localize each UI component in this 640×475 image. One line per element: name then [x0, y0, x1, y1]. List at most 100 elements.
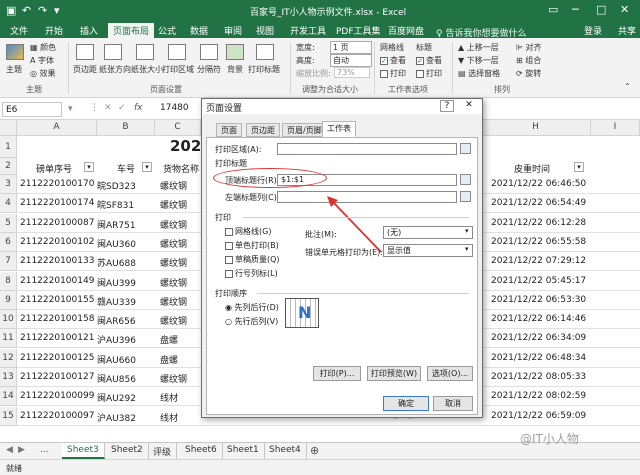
- column-header[interactable]: B: [97, 120, 155, 136]
- cell-h[interactable]: 2021/12/22 07:29:12: [491, 256, 586, 266]
- rotate-button[interactable]: ⟳ 旋转: [516, 68, 541, 79]
- more-sheets[interactable]: ...: [40, 445, 49, 455]
- breaks-button[interactable]: 分隔符: [197, 64, 221, 75]
- customize-icon[interactable]: ▾: [54, 4, 60, 17]
- print-titles-button[interactable]: 打印标题: [248, 64, 280, 75]
- dropdown-arrow-icon[interactable]: ▾: [465, 245, 469, 253]
- cell-b[interactable]: 沪AU396: [97, 333, 136, 346]
- name-box[interactable]: E6: [2, 102, 62, 117]
- orientation-icon[interactable]: [104, 44, 122, 60]
- cell-b[interactable]: 沪AU382: [97, 411, 136, 424]
- cell-a[interactable]: 2112220100155: [20, 295, 94, 305]
- name-box-dropdown-icon[interactable]: ▾: [68, 104, 73, 114]
- row-header[interactable]: 12: [0, 348, 17, 368]
- background-button[interactable]: 背景: [227, 64, 243, 75]
- tab-baidu-netdisk[interactable]: 百度网盘: [388, 24, 424, 37]
- row-header[interactable]: 1: [0, 136, 17, 158]
- cell-h[interactable]: 2021/12/22 06:34:09: [491, 333, 586, 343]
- tab-sheet[interactable]: 工作表: [322, 121, 356, 137]
- orientation-button[interactable]: 纸张方向: [99, 64, 131, 75]
- cell-b[interactable]: 闽AU856: [97, 372, 136, 385]
- cell-h[interactable]: 2021/12/22 06:55:58: [491, 237, 586, 247]
- draft-checkbox[interactable]: 草稿质量(Q): [225, 254, 280, 265]
- cell-h[interactable]: 2021/12/22 06:14:46: [491, 314, 586, 324]
- tab-home[interactable]: 开始: [45, 24, 63, 37]
- save-icon[interactable]: ▣: [6, 4, 16, 17]
- cell-c[interactable]: 线材: [160, 391, 178, 404]
- cell-c[interactable]: 螺纹钢: [160, 218, 187, 231]
- tab-formulas[interactable]: 公式: [158, 24, 176, 37]
- theme-fonts-button[interactable]: A 字体: [30, 55, 54, 66]
- row-header[interactable]: 2: [0, 158, 17, 175]
- cell-a[interactable]: 2112220100127: [20, 372, 94, 382]
- cell-h[interactable]: 2021/12/22 06:46:50: [491, 179, 586, 189]
- cell-c[interactable]: 螺纹钢: [160, 314, 187, 327]
- cell-b[interactable]: 闽AR656: [97, 314, 136, 327]
- gridlines-view-checkbox[interactable]: ✓ 查看: [380, 55, 406, 66]
- cell-h[interactable]: 2021/12/22 06:48:34: [491, 353, 586, 363]
- print-area-input[interactable]: [277, 143, 457, 155]
- cell-c[interactable]: 螺纹钢: [160, 198, 187, 211]
- cell-h[interactable]: 2021/12/22 05:45:17: [491, 276, 586, 286]
- print-button[interactable]: 打印(P)...: [313, 366, 361, 381]
- row-header[interactable]: 5: [0, 213, 17, 233]
- comments-select[interactable]: (无): [383, 226, 473, 239]
- sheet-tab[interactable]: Sheet4: [264, 443, 307, 459]
- formula-input[interactable]: 17480: [160, 103, 189, 113]
- tab-review[interactable]: 审阅: [224, 24, 242, 37]
- headings-print-checkbox[interactable]: 打印: [416, 68, 442, 79]
- height-select[interactable]: 自动: [330, 54, 372, 67]
- tab-page-layout[interactable]: 页面布局: [108, 23, 155, 38]
- tab-insert[interactable]: 插入: [80, 24, 98, 37]
- print-preview-button[interactable]: 打印预览(W): [367, 366, 421, 381]
- row-header[interactable]: 6: [0, 232, 17, 252]
- cell-c[interactable]: 螺纹钢: [160, 237, 187, 250]
- maximize-icon[interactable]: □: [596, 3, 606, 16]
- cell-a[interactable]: 2112220100158: [20, 314, 94, 324]
- column-header[interactable]: A: [17, 120, 97, 136]
- tab-page[interactable]: 页面: [216, 123, 242, 137]
- undo-icon[interactable]: ↶: [22, 4, 31, 17]
- bw-checkbox[interactable]: 单色打印(B): [225, 240, 279, 251]
- row-header[interactable]: 8: [0, 271, 17, 291]
- cell-b[interactable]: 皖SF831: [97, 198, 134, 211]
- cell-b[interactable]: 闽AU292: [97, 391, 136, 404]
- tab-view[interactable]: 视图: [256, 24, 274, 37]
- bring-forward-button[interactable]: ▲ 上移一层: [458, 42, 499, 53]
- size-button[interactable]: 纸张大小: [131, 64, 163, 75]
- cell-b[interactable]: 闽AU360: [97, 237, 136, 250]
- dropdown-arrow-icon[interactable]: ▾: [465, 227, 469, 235]
- cell-c[interactable]: 螺纹钢: [160, 276, 187, 289]
- close-dialog-button[interactable]: ✕: [460, 100, 478, 112]
- cell-h[interactable]: 2021/12/22 06:59:09: [491, 411, 586, 421]
- redo-icon[interactable]: ↷: [38, 4, 47, 17]
- cell-c[interactable]: 盘螺: [160, 333, 178, 346]
- breaks-icon[interactable]: [200, 44, 218, 60]
- ok-button[interactable]: 确定: [383, 396, 429, 411]
- gridlines-checkbox[interactable]: 网格线(G): [225, 226, 271, 237]
- sheet-tab[interactable]: Sheet3: [62, 443, 105, 459]
- align-button[interactable]: ⊫ 对齐: [516, 42, 542, 53]
- help-button[interactable]: ?: [440, 100, 454, 112]
- cell-h[interactable]: 2021/12/22 06:53:30: [491, 295, 586, 305]
- cell-a[interactable]: 2112220100174: [20, 198, 94, 208]
- cell-c[interactable]: 线材: [160, 411, 178, 424]
- scroll-left-icon[interactable]: ◀: [6, 445, 13, 455]
- select-all-corner[interactable]: [0, 120, 17, 136]
- row-header[interactable]: 7: [0, 252, 17, 272]
- sheet-tab[interactable]: Sheet1: [222, 443, 265, 459]
- ribbon-options-icon[interactable]: ▭: [548, 3, 558, 16]
- enter-icon[interactable]: ✓: [118, 103, 126, 113]
- cell-a[interactable]: 2112220100149: [20, 276, 94, 286]
- options-button[interactable]: 选项(O)...: [427, 366, 473, 381]
- cell-h[interactable]: 2021/12/22 08:02:59: [491, 391, 586, 401]
- row-header[interactable]: 13: [0, 368, 17, 387]
- sheet-tab[interactable]: Sheet6: [180, 443, 223, 459]
- scroll-right-icon[interactable]: ▶: [18, 445, 25, 455]
- cell-b[interactable]: 闽AU399: [97, 276, 136, 289]
- tab-file[interactable]: 文件: [10, 24, 28, 37]
- minimize-icon[interactable]: ─: [572, 3, 579, 16]
- tab-margins[interactable]: 页边距: [246, 123, 280, 137]
- column-header[interactable]: H: [481, 120, 591, 136]
- tab-pdf-tools[interactable]: PDF工具集: [336, 24, 381, 37]
